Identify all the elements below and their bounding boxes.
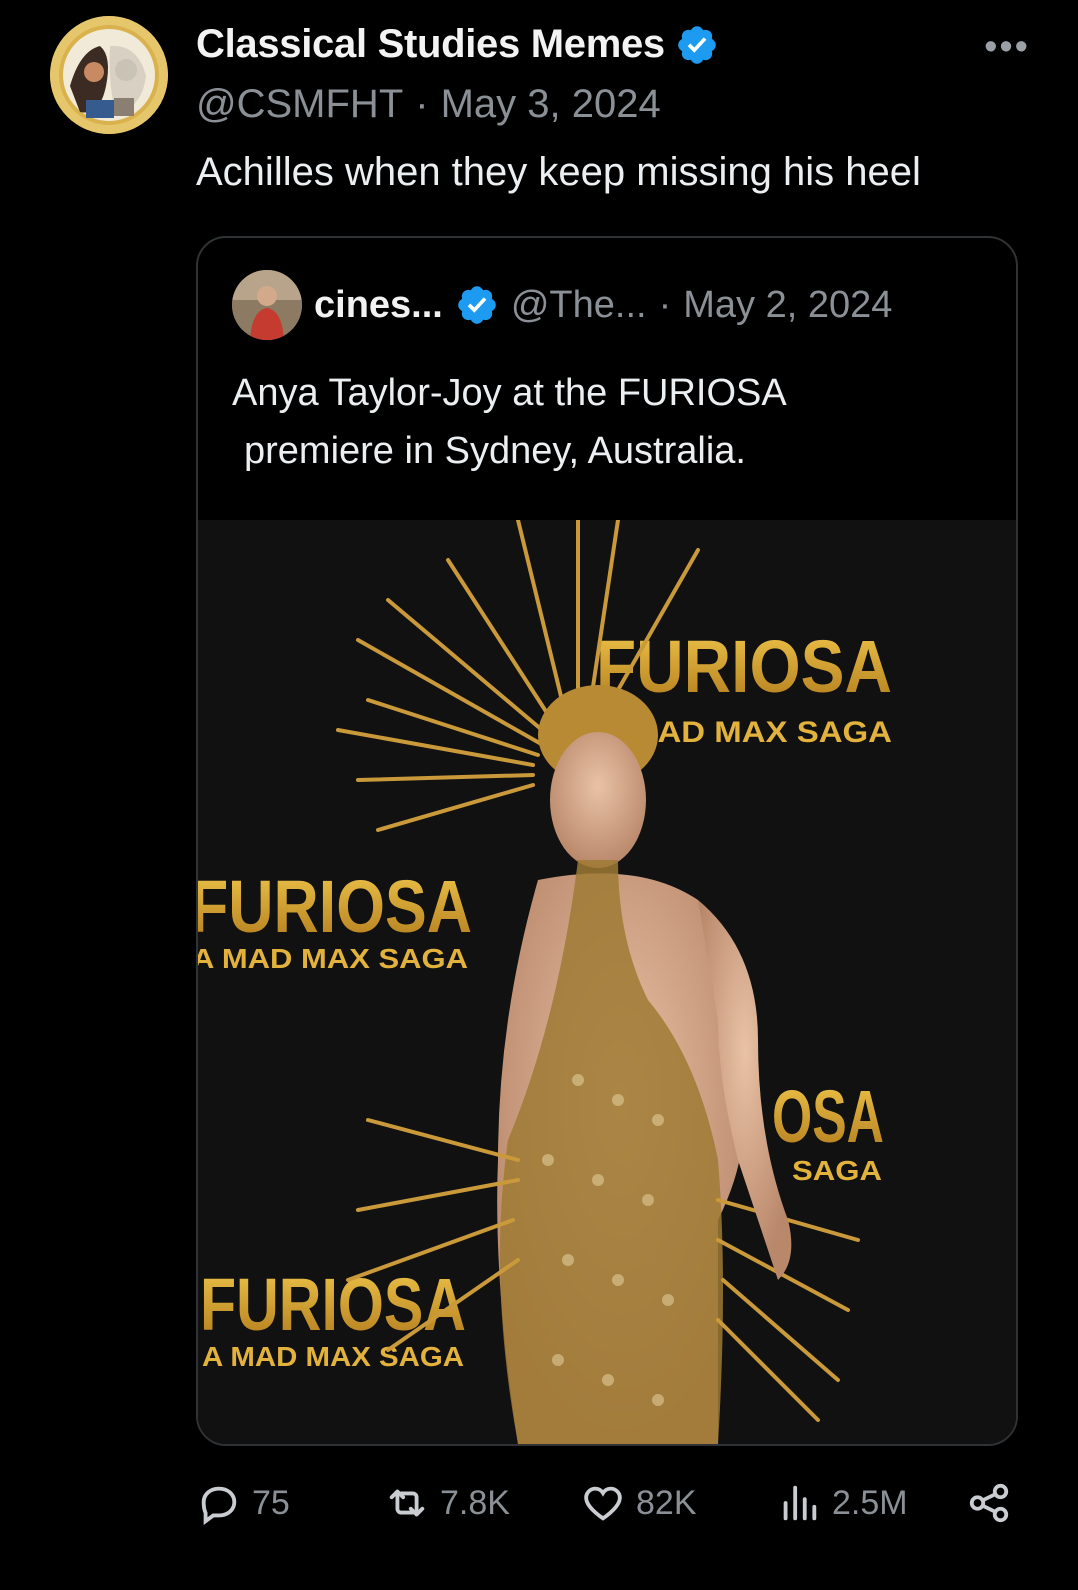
reply-icon bbox=[201, 1486, 237, 1526]
quoted-post[interactable]: cines... @The... · May 2, 2024 Anya Tayl… bbox=[196, 236, 1018, 1446]
view-count: 2.5M bbox=[832, 1483, 908, 1522]
backdrop-logo-title: FURIOSA bbox=[200, 1263, 466, 1346]
quoted-author-handle[interactable]: @The... bbox=[511, 284, 647, 327]
backdrop-logo-subtitle: A MAD MAX SAGA bbox=[202, 1341, 464, 1372]
quoted-meta-separator: · bbox=[658, 283, 672, 326]
verified-badge-icon bbox=[678, 25, 716, 64]
heart-icon bbox=[584, 1486, 622, 1521]
author-name-row: Classical Studies Memes bbox=[196, 22, 719, 67]
quoted-post-date[interactable]: May 2, 2024 bbox=[683, 284, 892, 327]
author-avatar[interactable] bbox=[50, 16, 168, 134]
post-meta: @CSMFHT · May 3, 2024 bbox=[196, 82, 661, 127]
repost-count: 7.8K bbox=[440, 1483, 510, 1522]
author-display-name[interactable]: Classical Studies Memes bbox=[196, 22, 665, 67]
backdrop-logo-subtitle: A MAD MAX SAGA bbox=[198, 943, 468, 974]
views-button[interactable]: 2.5M bbox=[776, 1480, 908, 1526]
share-icon bbox=[969, 1483, 1009, 1523]
quoted-author-avatar[interactable] bbox=[232, 270, 302, 340]
reply-button[interactable]: 75 bbox=[196, 1480, 290, 1526]
like-button[interactable]: 82K bbox=[580, 1480, 697, 1526]
backdrop-logo-title: FURIOSA bbox=[596, 625, 892, 708]
more-options-button[interactable]: ••• bbox=[984, 26, 1030, 69]
repost-icon bbox=[389, 1489, 425, 1517]
views-icon bbox=[783, 1485, 817, 1521]
share-button[interactable] bbox=[966, 1480, 1012, 1526]
repost-button[interactable]: 7.8K bbox=[384, 1480, 510, 1526]
quoted-text-line-2: premiere in Sydney, Australia. bbox=[244, 430, 746, 472]
quoted-text-line-1: Anya Taylor-Joy at the FURIOSA bbox=[232, 372, 787, 414]
post-date[interactable]: May 3, 2024 bbox=[441, 82, 661, 127]
more-icon: ••• bbox=[984, 26, 1030, 68]
like-count: 82K bbox=[636, 1483, 697, 1522]
premiere-photo: FURIOSA MAD MAX SAGA FURIOSA A MAD MAX S… bbox=[198, 520, 1016, 1444]
quoted-post-header: cines... @The... · May 2, 2024 bbox=[232, 270, 892, 340]
author-handle[interactable]: @CSMFHT bbox=[196, 82, 403, 127]
verified-badge-icon bbox=[458, 286, 496, 324]
quoted-post-photo[interactable]: FURIOSA MAD MAX SAGA FURIOSA A MAD MAX S… bbox=[198, 520, 1016, 1444]
quoted-post-text: Anya Taylor-Joy at the FURIOSA premiere … bbox=[232, 364, 992, 480]
reply-count: 75 bbox=[252, 1483, 290, 1522]
meta-separator: · bbox=[415, 82, 429, 126]
avatar-person-icon bbox=[232, 270, 302, 340]
avatar-classical-art-icon bbox=[50, 16, 168, 134]
post-text: Achilles when they keep missing his heel bbox=[196, 150, 921, 194]
backdrop-logo-title: FURIOSA bbox=[198, 865, 472, 948]
post-actions: 75 7.8K 82K 2.5M bbox=[196, 1480, 1014, 1540]
backdrop-logo-subtitle: SAGA bbox=[792, 1155, 882, 1186]
backdrop-logo-title: OSA bbox=[772, 1075, 884, 1158]
quoted-author-name[interactable]: cines... bbox=[314, 284, 443, 327]
backdrop-logo-subtitle: MAD MAX SAGA bbox=[630, 716, 892, 749]
